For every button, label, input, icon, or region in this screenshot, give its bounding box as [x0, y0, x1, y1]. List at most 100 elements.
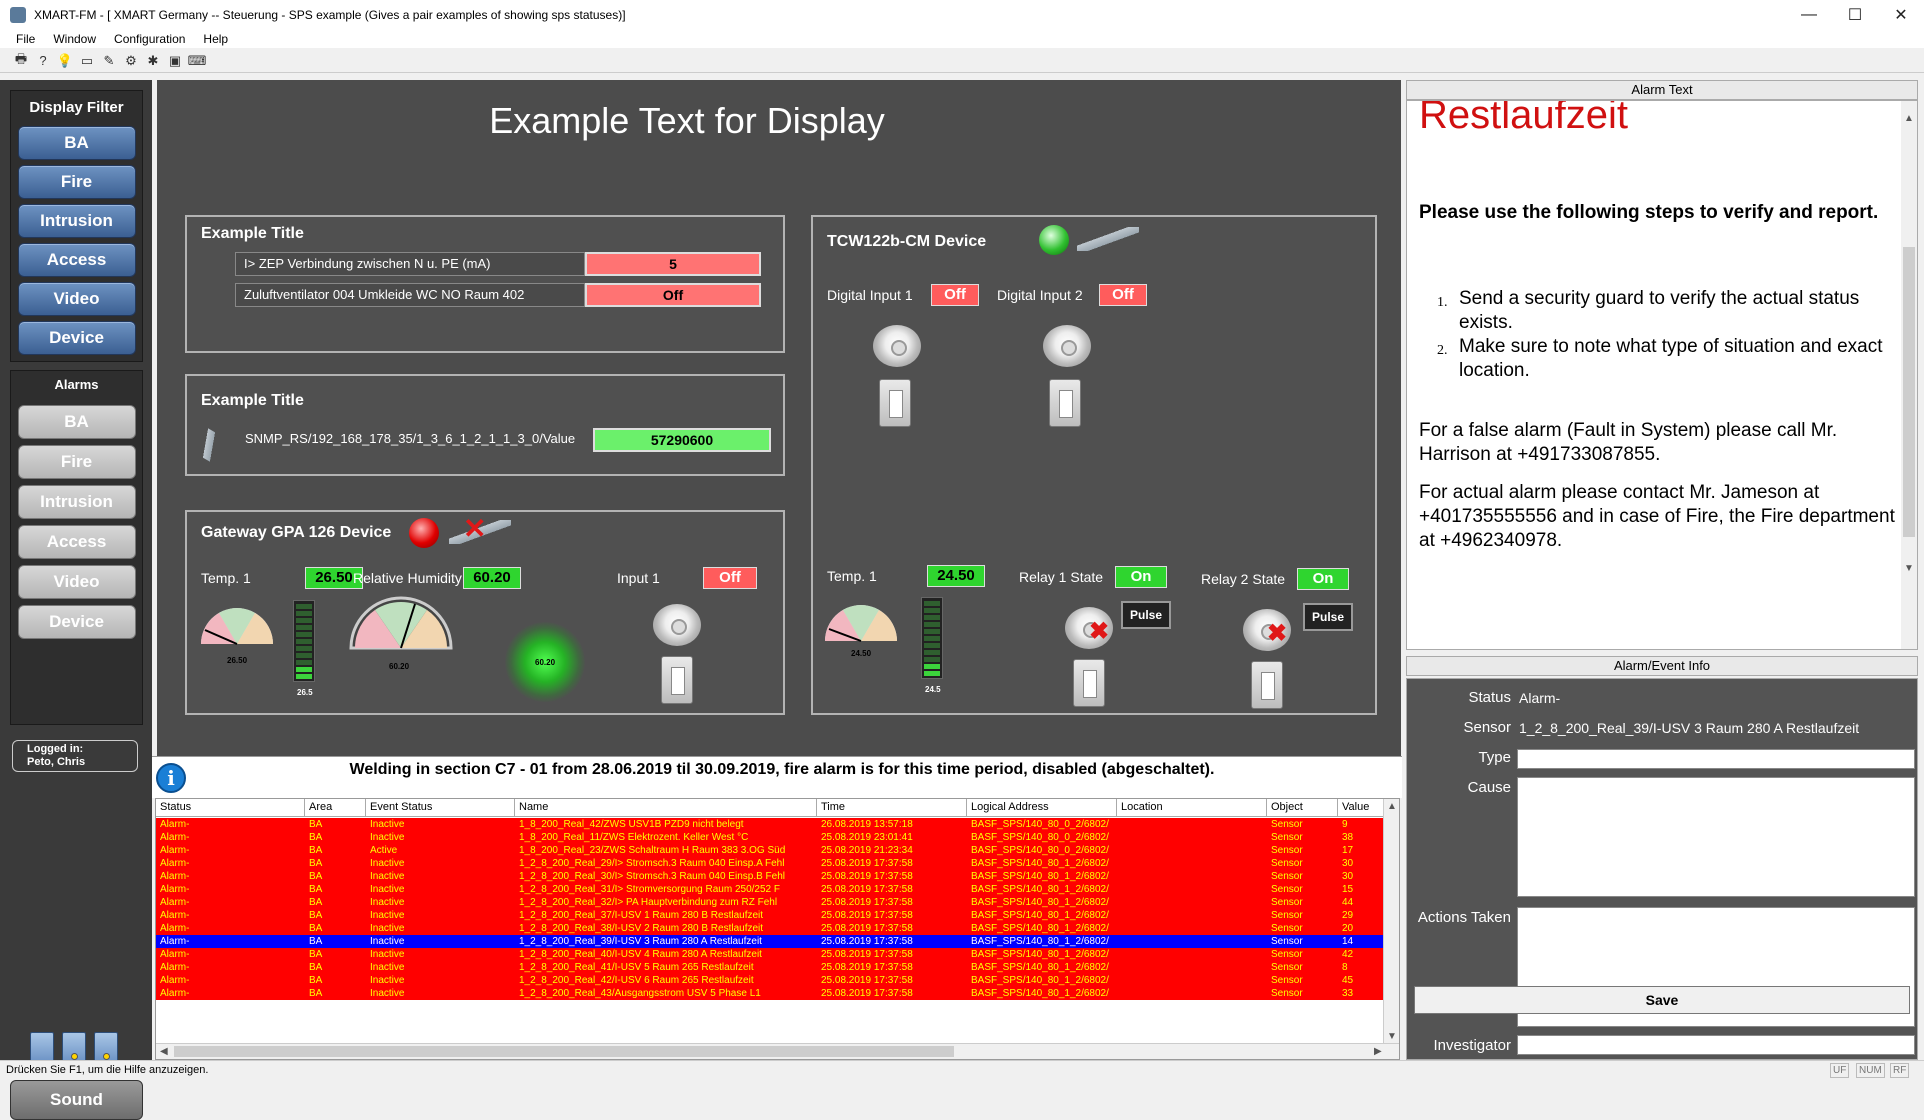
window-icon[interactable]: ▭: [78, 52, 96, 70]
gateway-input-value[interactable]: Off: [703, 567, 757, 589]
col-logical-address[interactable]: Logical Address: [967, 799, 1117, 817]
table-row[interactable]: Alarm- BA Inactive 1_2_8_200_Real_29/I> Str…: [156, 857, 1384, 870]
col-time[interactable]: Time: [817, 799, 967, 817]
event-table-hscroll[interactable]: ◀ ▶: [156, 1043, 1399, 1059]
sound-button[interactable]: Sound: [10, 1080, 143, 1120]
table-row[interactable]: Alarm- BA Inactive 1_2_8_200_Real_37/I-USV …: [156, 909, 1384, 922]
alarms-filter-device-button[interactable]: Device: [17, 605, 136, 639]
table-row[interactable]: Alarm- BA Inactive 1_8_200_Real_42/ZWS USV1…: [156, 818, 1384, 831]
col-area[interactable]: Area: [305, 799, 366, 817]
smoke-detector-icon[interactable]: [653, 604, 701, 646]
minimize-button[interactable]: —: [1786, 0, 1832, 30]
wall-switch-icon[interactable]: [1049, 379, 1081, 427]
scroll-down-icon[interactable]: ▼: [1387, 1031, 1397, 1042]
alarms-filter-intrusion-button[interactable]: Intrusion: [17, 485, 136, 519]
scroll-up-icon[interactable]: ▲: [1904, 113, 1914, 124]
info-icon[interactable]: i: [156, 763, 186, 793]
bar-segment: [296, 604, 312, 609]
relay-2-value[interactable]: On: [1297, 568, 1349, 590]
display-filter-device-button[interactable]: Device: [17, 321, 136, 355]
hscroll-thumb[interactable]: [174, 1046, 954, 1057]
menu-file[interactable]: File: [16, 32, 35, 46]
scroll-left-icon[interactable]: ◀: [160, 1046, 168, 1057]
smoke-detector-icon[interactable]: [873, 325, 921, 367]
table-row[interactable]: Alarm- BA Inactive 1_2_8_200_Real_38/I-USV …: [156, 922, 1384, 935]
tools-icon[interactable]: ✎: [100, 52, 118, 70]
table-row[interactable]: Alarm- BA Inactive 1_2_8_200_Real_43/Ausgan…: [156, 987, 1384, 1000]
bulb-icon[interactable]: 💡: [56, 52, 74, 70]
box-icon[interactable]: ▣: [166, 52, 184, 70]
digital-input-1-value[interactable]: Off: [931, 284, 979, 306]
col-name[interactable]: Name: [515, 799, 817, 817]
wall-switch-icon[interactable]: [879, 379, 911, 427]
menu-window[interactable]: Window: [53, 32, 96, 46]
col-status[interactable]: Status: [156, 799, 305, 817]
wall-switch-icon[interactable]: [661, 656, 693, 704]
alarm-text-panel[interactable]: Restlaufzeit Please use the following st…: [1406, 100, 1918, 650]
actions-taken-label: Actions Taken: [1417, 909, 1511, 926]
wall-switch-icon[interactable]: [1073, 659, 1105, 707]
relay-1-value[interactable]: On: [1115, 566, 1167, 588]
gear-icon[interactable]: ⚙: [122, 52, 140, 70]
close-button[interactable]: ✕: [1878, 0, 1924, 30]
menu-configuration[interactable]: Configuration: [114, 32, 185, 46]
display-filter-fire-button[interactable]: Fire: [17, 165, 136, 199]
gateway-gpa126-panel: Gateway GPA 126 Device ✕ Temp. 1 26.50 2…: [185, 510, 785, 715]
wall-switch-icon[interactable]: [1251, 661, 1283, 709]
table-row[interactable]: Alarm- BA Inactive 1_2_8_200_Real_31/I> Str…: [156, 883, 1384, 896]
alarms-filter-video-button[interactable]: Video: [17, 565, 136, 599]
scroll-up-icon[interactable]: ▲: [1387, 801, 1397, 812]
table-row[interactable]: Alarm- BA Inactive 1_2_8_200_Real_39/I-USV …: [156, 935, 1384, 948]
green-status-led-icon[interactable]: [1039, 225, 1069, 255]
col-location[interactable]: Location: [1117, 799, 1267, 817]
scroll-right-icon[interactable]: ▶: [1374, 1046, 1382, 1057]
investigator-field[interactable]: [1517, 1035, 1915, 1055]
maximize-button[interactable]: ☐: [1832, 0, 1878, 30]
alarm-text-scrollbar[interactable]: ▲ ▼: [1901, 101, 1917, 649]
alarms-filter-ba-button[interactable]: BA: [17, 405, 136, 439]
relay-2-pulse-button[interactable]: Pulse: [1303, 603, 1353, 631]
printer-icon[interactable]: 🖶: [12, 51, 30, 70]
digital-input-2-value[interactable]: Off: [1099, 284, 1147, 306]
table-row[interactable]: Alarm- BA Inactive 1_2_8_200_Real_32/I> PA …: [156, 896, 1384, 909]
display-filter-access-button[interactable]: Access: [17, 243, 136, 277]
relay-1-pulse-button[interactable]: Pulse: [1121, 601, 1171, 629]
cell-time: 25.08.2019 17:37:58: [821, 936, 913, 947]
event-table-vscroll[interactable]: ▲ ▼: [1383, 799, 1399, 1045]
cell-area: BA: [309, 845, 323, 856]
alarms-filter-fire-button[interactable]: Fire: [17, 445, 136, 479]
table-row[interactable]: Alarm- BA Inactive 1_8_200_Real_11/ZWS Elek…: [156, 831, 1384, 844]
help-icon[interactable]: ?: [34, 52, 52, 70]
type-field[interactable]: [1517, 749, 1915, 769]
table-row[interactable]: Alarm- BA Inactive 1_2_8_200_Real_30/I> Str…: [156, 870, 1384, 883]
cell-time: 25.08.2019 17:37:58: [821, 897, 913, 908]
scroll-down-icon[interactable]: ▼: [1904, 563, 1914, 574]
display-filter-intrusion-button[interactable]: Intrusion: [17, 204, 136, 238]
table-row[interactable]: Alarm- BA Active 1_8_200_Real_23/ZWS Schalt…: [156, 844, 1384, 857]
alarms-filter-access-button[interactable]: Access: [17, 525, 136, 559]
type-label: Type: [1478, 749, 1511, 766]
table-row[interactable]: Alarm- BA Inactive 1_2_8_200_Real_42/I-USV …: [156, 974, 1384, 987]
cause-textarea[interactable]: [1517, 777, 1915, 897]
alarm-text-scroll-thumb[interactable]: [1903, 247, 1915, 537]
cell-logical-address: BASF_SPS/140_80_1_2/6802/: [971, 897, 1109, 908]
table-row[interactable]: Alarm- BA Inactive 1_2_8_200_Real_41/I-USV …: [156, 961, 1384, 974]
col-object[interactable]: Object: [1267, 799, 1338, 817]
puzzle-icon[interactable]: ✱: [144, 52, 162, 70]
snmp-value[interactable]: 57290600: [593, 428, 771, 452]
display-filter-ba-button[interactable]: BA: [17, 126, 136, 160]
menu-help[interactable]: Help: [203, 32, 228, 46]
tcw-temp-value[interactable]: 24.50: [927, 565, 985, 587]
zuluftventilator-value[interactable]: Off: [585, 283, 761, 307]
col-event-status[interactable]: Event Status: [366, 799, 515, 817]
display-filter-video-button[interactable]: Video: [17, 282, 136, 316]
zep-value[interactable]: 5: [585, 252, 761, 276]
save-button[interactable]: Save: [1414, 986, 1910, 1014]
red-status-led-icon[interactable]: [409, 518, 439, 548]
col-value[interactable]: Value: [1338, 799, 1386, 817]
humidity-value[interactable]: 60.20: [463, 567, 521, 589]
table-row[interactable]: Alarm- BA Inactive 1_2_8_200_Real_40/I-USV …: [156, 948, 1384, 961]
terminal-icon[interactable]: ⌨: [188, 52, 207, 70]
logged-in-box[interactable]: Logged in: Peto, Chris: [12, 740, 138, 772]
smoke-detector-icon[interactable]: [1043, 325, 1091, 367]
